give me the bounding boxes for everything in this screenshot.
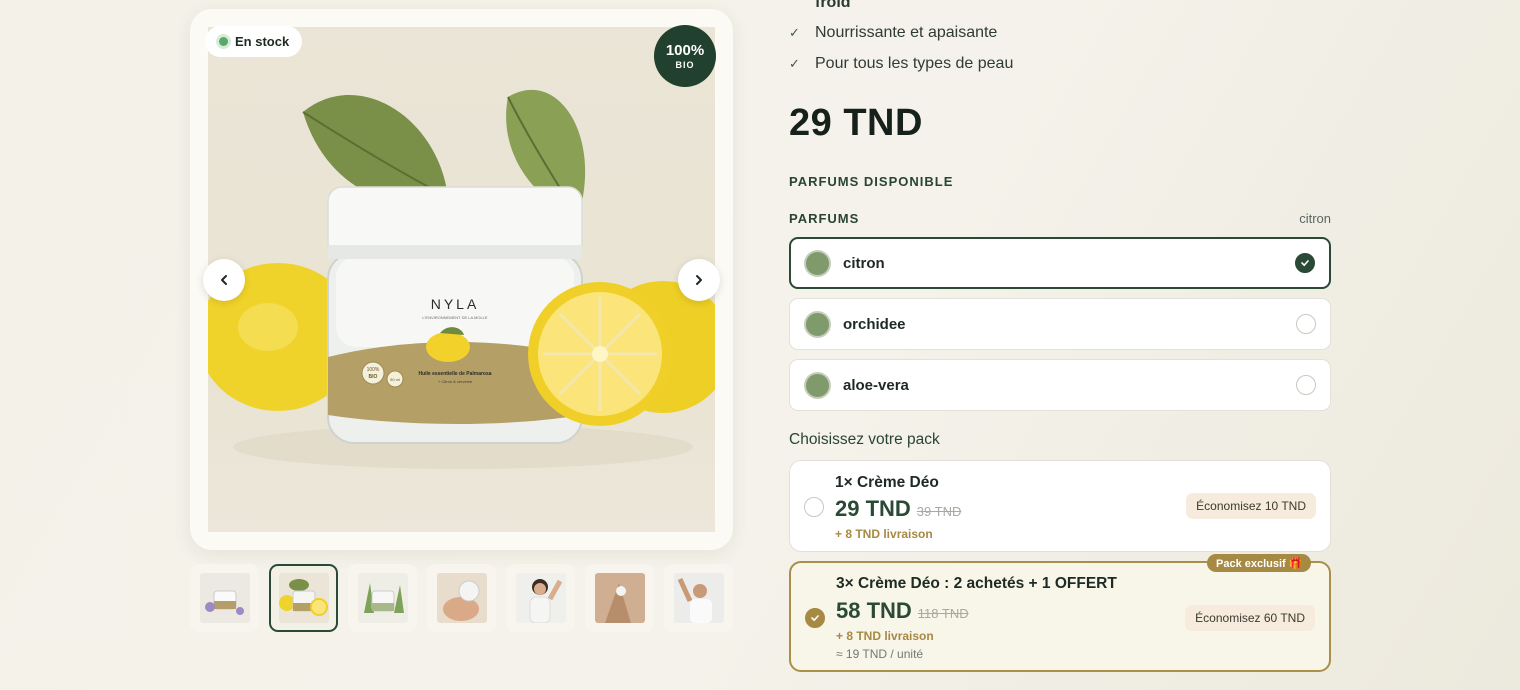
- thumbnail-hand-applying[interactable]: [585, 564, 654, 632]
- scent-option-orchidee[interactable]: orchidee: [789, 298, 1331, 350]
- scent-swatch: [804, 371, 831, 399]
- chevron-right-icon: [696, 275, 702, 285]
- pack-shipping: + 8 TND livraison: [836, 629, 934, 643]
- scent-swatch: [804, 310, 831, 338]
- selected-radio[interactable]: [1295, 253, 1315, 273]
- scent-option-label: citron: [843, 254, 885, 272]
- unselected-radio[interactable]: [1296, 314, 1316, 334]
- check-icon: [811, 615, 819, 622]
- stock-label: En stock: [235, 34, 290, 49]
- thumbnail-hand-cream[interactable]: [427, 564, 496, 632]
- pack-unit-price: ≈ 19 TND / unité: [836, 647, 924, 661]
- jar-tagline-text: L'ENVIRONNEMENT DE LA MOLLE: [422, 315, 487, 320]
- feature-text: Nourrissante et apaisante: [815, 24, 998, 41]
- pack-price-row: 58 TND 118 TND: [836, 598, 969, 624]
- product-price: 29 TND: [789, 102, 923, 144]
- jar-bio-percent: 100%: [367, 367, 380, 373]
- thumbnail-strip: [190, 564, 733, 632]
- feature-text: Pour tous les types de peau: [815, 55, 1014, 72]
- pack-price-row: 29 TND 39 TND: [835, 496, 961, 522]
- main-product-image: NYLA L'ENVIRONNEMENT DE LA MOLLE Huile e…: [208, 27, 715, 532]
- thumbnail-aloe-jar[interactable]: [348, 564, 417, 632]
- jar-weight: 50 ml: [390, 377, 400, 382]
- feature-title-partial: froid: [815, 0, 851, 11]
- scent-option-label: aloe-vera: [843, 376, 909, 394]
- check-icon: ✓: [789, 25, 800, 40]
- next-image-button[interactable]: [678, 259, 720, 301]
- thumbnail-image: [278, 573, 329, 623]
- thumbnail-man-underarm[interactable]: [664, 564, 733, 632]
- pack-old-price: 39 TND: [916, 504, 962, 519]
- pack-option-triple[interactable]: 3× Crème Déo : 2 achetés + 1 OFFERT 58 T…: [789, 561, 1331, 672]
- product-photo: NYLA L'ENVIRONNEMENT DE LA MOLLE Huile e…: [208, 89, 715, 469]
- stock-status-dot: [219, 37, 228, 46]
- scents-label: PARFUMS: [789, 211, 860, 226]
- scent-option-label: orchidee: [843, 315, 906, 333]
- organic-badge-label: BIO: [675, 59, 695, 70]
- previous-image-button[interactable]: [203, 259, 245, 301]
- pack-option-single[interactable]: 1× Crème Déo 29 TND 39 TND + 8 TND livrai…: [789, 460, 1331, 552]
- savings-badge: Économisez 10 TND: [1186, 493, 1316, 519]
- thumbnail-image: [515, 573, 566, 623]
- thumbnail-image: [594, 573, 645, 623]
- chevron-left-icon: [221, 275, 227, 285]
- jar-bio-label: BIO: [369, 374, 378, 380]
- thumbnail-image: [673, 573, 724, 623]
- thumbnail-image: [436, 573, 487, 623]
- feature-item: ✓ Nourrissante et apaisante: [789, 24, 997, 42]
- scent-swatch: [804, 249, 831, 277]
- exclusive-pack-tag: Pack exclusif 🎁: [1207, 554, 1312, 572]
- product-gallery: NYLA L'ENVIRONNEMENT DE LA MOLLE Huile e…: [190, 9, 733, 550]
- scent-option-aloe-vera[interactable]: aloe-vera: [789, 359, 1331, 411]
- check-icon: [1301, 260, 1309, 267]
- pack-old-price: 118 TND: [917, 606, 969, 621]
- thumbnail-image: [357, 573, 408, 623]
- pack-name: 1× Crème Déo: [835, 474, 939, 491]
- selected-scent-value: citron: [1299, 211, 1331, 226]
- scent-option-citron[interactable]: citron: [789, 237, 1331, 289]
- organic-badge: 100% BIO: [654, 25, 716, 87]
- organic-badge-percent: 100%: [665, 41, 705, 59]
- scents-section-title: PARFUMS DISPONIBLE: [789, 174, 954, 189]
- pack-name: 3× Crème Déo : 2 achetés + 1 OFFERT: [836, 575, 1117, 592]
- unselected-radio[interactable]: [1296, 375, 1316, 395]
- pack-section-title: Choisissez votre pack: [789, 431, 940, 448]
- thumbnail-woman-underarm[interactable]: [506, 564, 575, 632]
- thumbnail-lemon-jar[interactable]: [269, 564, 338, 632]
- jar-brand-text: NYLA: [431, 296, 480, 312]
- thumbnail-lavender-jar[interactable]: [190, 564, 259, 632]
- selected-radio[interactable]: [805, 608, 825, 628]
- in-stock-badge: En stock: [205, 26, 303, 57]
- unselected-radio[interactable]: [804, 497, 824, 517]
- jar-product-line: Huile essentielle de Palmarosa: [418, 371, 491, 377]
- pack-price: 29 TND: [835, 496, 911, 521]
- pack-shipping: + 8 TND livraison: [835, 527, 933, 541]
- pack-price: 58 TND: [836, 598, 912, 623]
- feature-item: ✓ Pour tous les types de peau: [789, 55, 1013, 73]
- check-icon: ✓: [789, 56, 800, 71]
- savings-badge: Économisez 60 TND: [1185, 605, 1315, 631]
- thumbnail-image: [199, 573, 250, 623]
- jar-product-subline: + Citron & verveine: [438, 379, 473, 384]
